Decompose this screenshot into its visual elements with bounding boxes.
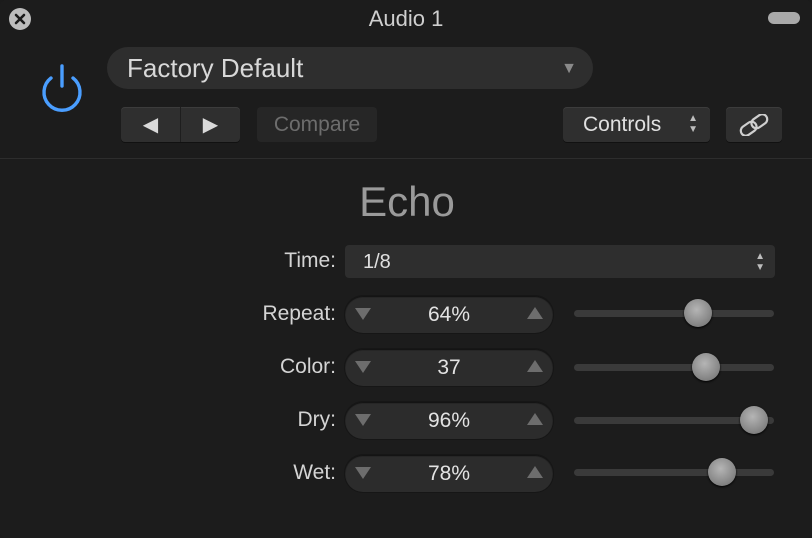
preset-label: Factory Default [127,53,304,83]
color-value[interactable]: 37 [345,356,553,380]
compare-button[interactable]: Compare [257,107,377,142]
plugin-window: Audio 1 Factory Default ▼ ◀ ▶ Compare Co… [0,0,812,538]
repeat-slider-knob[interactable] [684,299,712,327]
wet-label: Wet: [293,461,336,484]
updown-arrows-icon: ▲ ▼ [688,113,698,135]
link-button[interactable] [726,107,782,142]
toolbar-toggle-button[interactable] [768,12,800,24]
dry-slider[interactable] [574,406,774,434]
dry-slider-knob[interactable] [740,406,768,434]
link-icon [739,113,769,136]
window-title: Audio 1 [368,6,444,31]
preset-navigation: ◀ ▶ [121,107,240,142]
color-stepper: 37 [345,349,553,386]
color-increment-button[interactable] [527,360,543,372]
wet-increment-button[interactable] [527,466,543,478]
color-slider-knob[interactable] [692,353,720,381]
wet-slider[interactable] [574,458,774,486]
view-menu[interactable]: Controls ▲ ▼ [563,107,710,142]
repeat-slider[interactable] [574,299,774,327]
repeat-label: Repeat: [262,302,336,325]
power-icon [42,64,82,112]
wet-value[interactable]: 78% [345,462,553,486]
time-value: 1/8 [363,251,391,273]
header-divider [0,158,812,159]
time-label: Time: [284,249,336,272]
plugin-name: Echo [359,178,455,225]
view-menu-label: Controls [583,113,662,136]
dry-stepper: 96% [345,402,553,439]
preset-menu[interactable]: Factory Default ▼ [107,47,593,89]
updown-arrows-icon: ▲ ▼ [755,251,765,273]
repeat-increment-button[interactable] [527,307,543,319]
previous-preset-button[interactable]: ◀ [121,107,180,142]
dry-label: Dry: [297,408,337,431]
time-select[interactable]: 1/8 ▲ ▼ [345,245,775,278]
title-bar: Audio 1 [0,0,812,38]
repeat-stepper: 64% [345,296,553,333]
color-slider[interactable] [574,353,774,381]
wet-slider-knob[interactable] [708,458,736,486]
color-label: Color: [279,355,336,378]
dry-increment-button[interactable] [527,413,543,425]
dropdown-arrow-icon: ▼ [561,60,577,77]
dry-value[interactable]: 96% [345,409,553,433]
power-button[interactable] [36,62,88,114]
repeat-value[interactable]: 64% [345,303,553,327]
wet-stepper: 78% [345,455,553,492]
next-preset-button[interactable]: ▶ [181,107,240,142]
